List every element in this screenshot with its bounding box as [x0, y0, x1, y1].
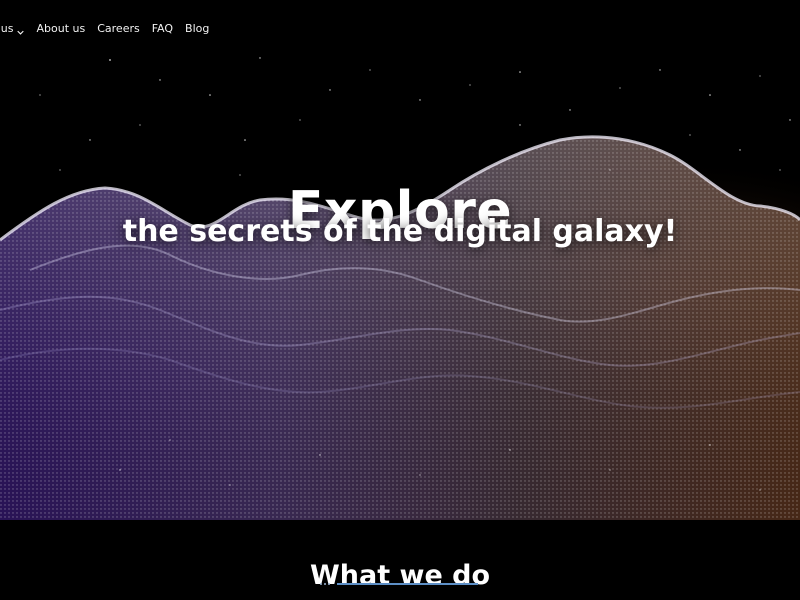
top-navigation: ut us About us Careers FAQ Blog — [0, 0, 800, 56]
divider-dots — [320, 583, 330, 585]
nav-item-label: About us — [36, 22, 86, 35]
what-we-do-section: What we do — [0, 520, 800, 600]
section-divider — [320, 583, 480, 587]
chevron-down-icon — [17, 26, 25, 35]
galaxy-background — [0, 0, 800, 520]
nav-item-label: FAQ — [151, 22, 174, 35]
nav-item-contact-us[interactable]: ut us — [0, 22, 25, 36]
page: Explore the secrets of the digital galax… — [0, 0, 800, 600]
divider-line — [337, 583, 478, 585]
nav-list: ut us About us Careers FAQ Blog — [0, 22, 209, 36]
nav-item-label: Blog — [185, 22, 210, 35]
nav-item-faq[interactable]: FAQ — [152, 22, 173, 36]
nav-item-careers[interactable]: Careers — [97, 22, 140, 36]
nav-item-label: ut us — [0, 22, 14, 35]
nav-item-label: Careers — [97, 22, 140, 35]
nav-item-blog[interactable]: Blog — [185, 22, 209, 36]
hero-subtitle: the secrets of the digital galaxy! — [122, 214, 678, 249]
nav-item-about-us[interactable]: About us — [36, 22, 85, 36]
hero-section: Explore the secrets of the digital galax… — [0, 0, 800, 520]
